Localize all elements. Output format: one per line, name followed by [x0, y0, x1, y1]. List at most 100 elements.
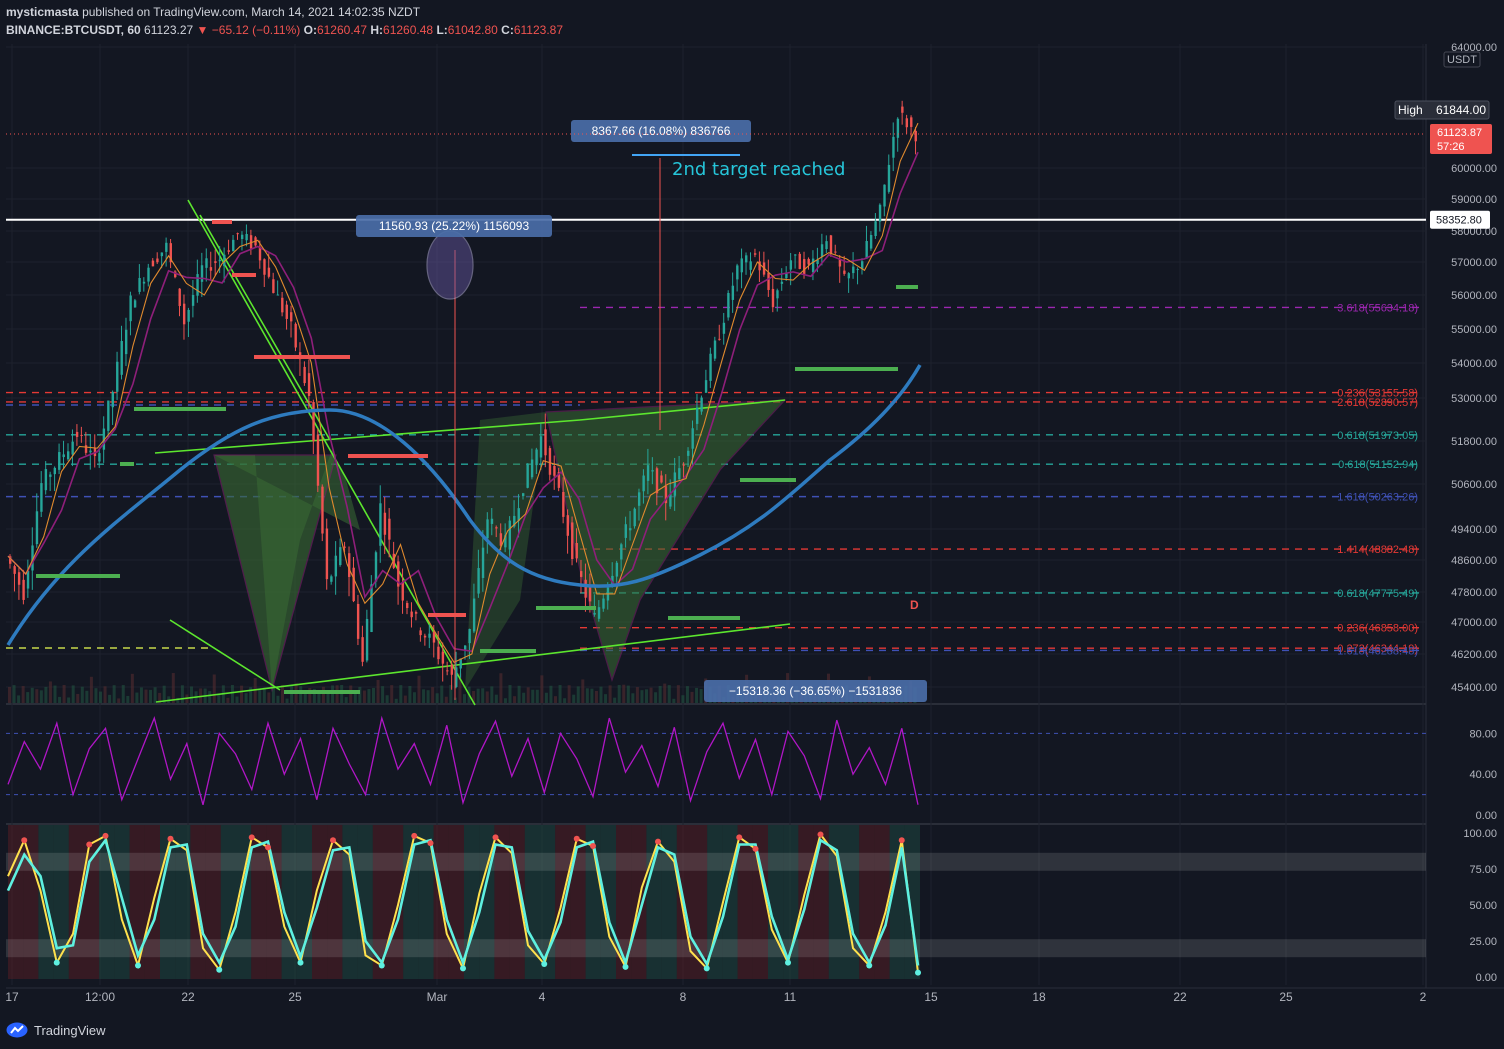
- volume-bar: [576, 686, 580, 703]
- candle-body: [352, 567, 355, 602]
- fib-level-label: 0.236(46858.00): [1337, 623, 1418, 635]
- volume-bar: [180, 685, 184, 703]
- candle-body: [820, 244, 824, 257]
- volume-bar: [554, 696, 557, 703]
- candle-body: [423, 635, 427, 638]
- volume-bar: [48, 681, 52, 703]
- candle-body: [593, 612, 596, 615]
- fib-level-label: 0.618(47775.49): [1337, 588, 1418, 600]
- candle-body: [749, 261, 752, 270]
- volume-bar: [112, 685, 116, 703]
- volume-bar: [672, 698, 676, 703]
- stoch-cross-dot: [248, 834, 255, 841]
- volume-bar: [685, 686, 689, 703]
- volume-bar: [635, 687, 639, 703]
- volume-bar: [640, 690, 644, 703]
- fib-level-label: 1.414(48882.48): [1337, 544, 1418, 556]
- volume-bar: [563, 698, 567, 703]
- candle-body: [566, 515, 569, 536]
- candle-body: [62, 454, 65, 458]
- volume-bar: [417, 675, 421, 703]
- stoch-cross-dot: [541, 961, 548, 968]
- volume-bar: [585, 688, 589, 703]
- volume-bar: [426, 690, 430, 703]
- tradingview-brand[interactable]: TradingView: [34, 1023, 106, 1038]
- candle-body: [745, 255, 748, 263]
- volume-bar: [494, 694, 498, 703]
- stoch-cross-dot: [622, 963, 629, 970]
- y-tick-label: 51800.00: [1451, 436, 1497, 448]
- chart-area[interactable]: 17 12:00 22 25 Mar 4 8 11 15 18 22 25 264000.0060000…: [0, 0, 1504, 1049]
- fib-level-label: 3.618(55634.18): [1337, 302, 1418, 314]
- stoch-cross-dot: [378, 962, 385, 969]
- volume-bar: [126, 695, 130, 703]
- volume-bar: [344, 697, 348, 703]
- candle-body: [892, 136, 895, 158]
- volume-bar: [321, 686, 325, 703]
- volume-bar: [217, 694, 221, 703]
- fib-level-label: 0.618(51973.05): [1337, 430, 1418, 442]
- volume-bar: [208, 691, 212, 703]
- candle-body: [26, 570, 30, 589]
- volume-bar: [80, 686, 84, 703]
- candle-body: [334, 555, 338, 577]
- candle-body: [401, 582, 404, 601]
- volume-bar: [681, 695, 685, 703]
- stoch-cross-dot: [53, 959, 60, 966]
- candle-body: [58, 452, 61, 470]
- stoch-band: [6, 852, 1426, 871]
- candle-body: [865, 241, 868, 259]
- candle-body: [655, 468, 659, 494]
- candle-body: [776, 290, 779, 299]
- candle-body: [553, 465, 556, 476]
- y-tick-label: 59000.00: [1451, 194, 1497, 206]
- volume-bar: [558, 685, 562, 703]
- volume-bar: [513, 696, 517, 703]
- candle-body: [446, 670, 449, 672]
- volume-bar: [12, 685, 16, 703]
- candle-body: [486, 519, 489, 539]
- candle-body: [419, 630, 422, 636]
- stoch-cross-dot: [427, 840, 434, 847]
- volume-bar: [340, 685, 344, 703]
- volume-bar: [654, 692, 658, 703]
- tradingview-logo-icon[interactable]: [6, 1022, 28, 1038]
- rsi-tick-label: 40.00: [1469, 769, 1497, 781]
- volume-bar: [403, 695, 407, 703]
- volume-bar: [390, 685, 394, 703]
- x-tick-label: 4: [539, 990, 546, 1004]
- candle-body: [852, 266, 855, 274]
- x-tick-label: 22: [1173, 990, 1187, 1004]
- candle-body: [263, 259, 266, 275]
- currency-label: USDT: [1447, 54, 1477, 66]
- volume-bar: [567, 685, 571, 703]
- candle-body: [682, 464, 685, 466]
- candle-body: [905, 118, 909, 128]
- candle-body: [75, 431, 79, 437]
- candle-body: [713, 340, 717, 359]
- volume-bar: [44, 686, 48, 703]
- candle-body: [22, 579, 25, 600]
- volume-bar: [99, 691, 102, 703]
- candle-body: [285, 304, 288, 319]
- candle-body: [330, 576, 333, 582]
- volume-bar: [85, 690, 89, 703]
- pattern-point-label: D: [910, 598, 919, 612]
- x-tick-label: 17: [5, 990, 19, 1004]
- volume-bar: [535, 689, 539, 703]
- candle-body: [526, 463, 529, 488]
- candle-body: [615, 562, 619, 577]
- candle-body: [267, 267, 271, 277]
- candle-body: [780, 281, 784, 284]
- stoch-cross-dot: [21, 837, 28, 844]
- candle-body: [571, 522, 574, 559]
- candle-body: [579, 571, 583, 577]
- volume-bar: [572, 694, 576, 703]
- candle-body: [236, 233, 239, 235]
- candle-body: [794, 254, 797, 256]
- y-tick-label: 47000.00: [1451, 617, 1497, 629]
- stoch-cross-dot: [460, 965, 466, 972]
- volume-bar: [631, 693, 635, 703]
- candle-body: [874, 221, 877, 237]
- candle-body: [428, 633, 431, 638]
